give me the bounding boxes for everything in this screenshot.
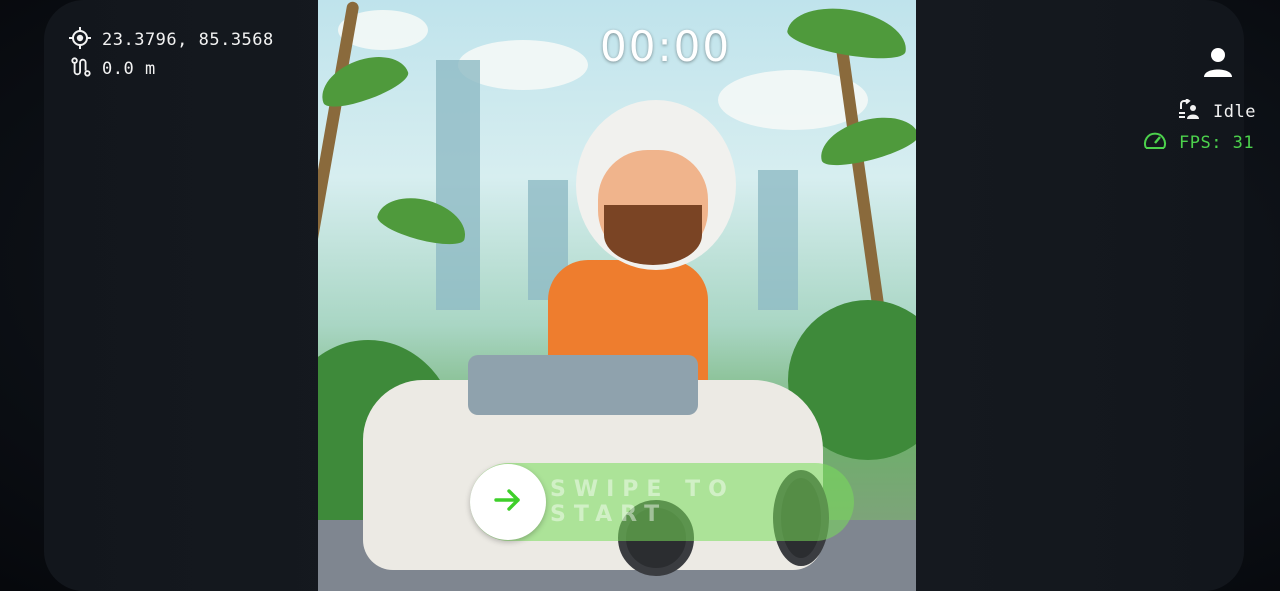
mode-status-label: Idle: [1213, 102, 1256, 122]
gps-crosshair-icon: [68, 26, 92, 54]
swipe-to-start-label: SWIPE TO START: [550, 477, 735, 527]
gps-coordinates: 23.3796, 85.3568: [102, 30, 274, 50]
swipe-handle[interactable]: [470, 464, 546, 540]
arrow-right-icon: [492, 484, 524, 520]
fps-row: FPS: 31: [1143, 130, 1254, 156]
profile-button[interactable]: [1203, 46, 1233, 82]
speedometer-icon: [1143, 130, 1167, 156]
mode-switch-icon: [1177, 98, 1201, 125]
distance-row: 0.0 m: [70, 56, 156, 82]
swipe-to-start-slider[interactable]: SWIPE TO START: [470, 463, 854, 541]
person-icon: [1203, 48, 1233, 82]
gps-coordinates-row: 23.3796, 85.3568: [68, 26, 274, 54]
fps-counter: FPS: 31: [1179, 133, 1255, 153]
recording-timer: 00:00: [600, 22, 732, 71]
mode-status-row: Idle: [1177, 98, 1256, 125]
route-icon: [70, 56, 92, 82]
camera-screen: 23.3796, 85.3568 0.0 m 00:00 Idle FPS: 3…: [0, 0, 1280, 591]
distance-value: 0.0 m: [102, 59, 156, 79]
